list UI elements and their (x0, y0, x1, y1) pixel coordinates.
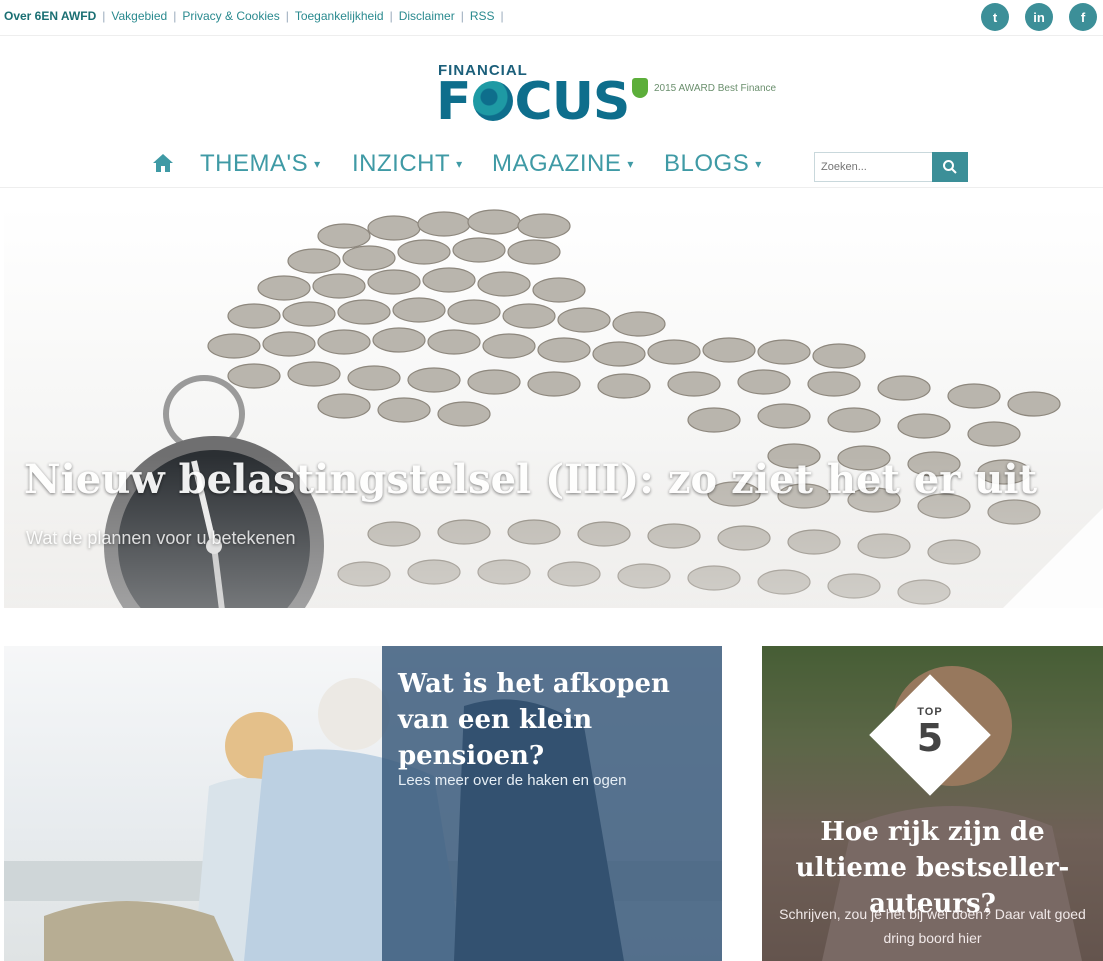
top-link-disclaimer[interactable]: Disclaimer (399, 9, 455, 23)
nav-item-label: THEMA'S (200, 150, 309, 177)
search-icon (943, 160, 957, 174)
nav-item-label: BLOGS (664, 150, 750, 177)
top-links: Over 6EN AWFD | Vakgebied | Privacy & Co… (4, 9, 504, 23)
top-link-separator: | (102, 9, 106, 23)
top-bar: Over 6EN AWFD | Vakgebied | Privacy & Co… (0, 0, 1103, 36)
top5-badge: TOP 5 (890, 706, 970, 758)
home-icon[interactable] (151, 152, 175, 174)
main-nav: THEMA'S ▾ INZICHT ▾ MAGAZINE ▾ BLOGS ▾ (0, 142, 1103, 188)
top-link-about[interactable]: Over 6EN AWFD (4, 9, 96, 23)
chevron-down-icon: ▾ (314, 157, 321, 171)
linkedin-icon[interactable]: in (1025, 3, 1053, 31)
twitter-icon[interactable]: t (981, 3, 1009, 31)
top-link-accessibility[interactable]: Toegankelijkheid (295, 9, 384, 23)
hero-corner-fold (1003, 508, 1103, 608)
article-card-subtitle: Schrijven, zou je het bij wel doen? Daar… (779, 906, 1086, 946)
hero-article[interactable]: Nieuw belastingstelsel (III): zo ziet he… (4, 206, 1103, 608)
search-button[interactable] (932, 152, 968, 182)
article-card-pension[interactable]: Wat is het afkopen van een klein pensioe… (4, 646, 722, 961)
top-link-separator: | (500, 9, 504, 23)
logo-big-text: F CUS (436, 76, 630, 128)
nav-item-label: MAGAZINE (492, 150, 622, 177)
article-card-bestsellers[interactable]: TOP 5 Hoe rijk zijn de ultieme bestselle… (762, 646, 1103, 961)
chevron-down-icon: ▾ (755, 157, 762, 171)
hero-subtitle: Wat de plannen voor u betekenen (26, 528, 296, 548)
chevron-down-icon: ▾ (456, 157, 463, 171)
search-input[interactable] (814, 152, 932, 182)
article-card-subtitle: Lees meer over de haken en ogen (398, 772, 627, 789)
search-form (814, 152, 968, 182)
top-link-separator: | (173, 9, 177, 23)
top-link-vakgebied[interactable]: Vakgebied (111, 9, 167, 23)
top-link-privacy[interactable]: Privacy & Cookies (182, 9, 279, 23)
hero-title[interactable]: Nieuw belastingstelsel (III): zo ziet he… (24, 456, 1037, 503)
top-link-separator: | (460, 9, 464, 23)
nav-item-label: INZICHT (352, 150, 451, 177)
logo-o-icon (472, 81, 513, 121)
nav-item-magazine[interactable]: MAGAZINE ▾ (492, 150, 634, 178)
nav-item-themas[interactable]: THEMA'S ▾ (200, 150, 321, 178)
nav-item-inzicht[interactable]: INZICHT ▾ (352, 150, 463, 178)
logo-letter-f: F (436, 72, 472, 132)
facebook-icon[interactable]: f (1069, 3, 1097, 31)
social-links: t in f (981, 3, 1097, 31)
top-link-separator: | (389, 9, 393, 23)
article-card-title[interactable]: Wat is het afkopen van een klein pensioe… (398, 666, 698, 774)
shield-icon (632, 78, 648, 98)
top-link-separator: | (285, 9, 289, 23)
award-badge: 2015 AWARD Best Finance (632, 78, 776, 98)
top5-badge-number: 5 (916, 716, 944, 760)
top-link-rss[interactable]: RSS (470, 9, 495, 23)
site-logo[interactable]: FINANCIAL F CUS 2015 AWARD Best Finance (436, 60, 796, 130)
chevron-down-icon: ▾ (627, 157, 634, 171)
nav-item-blogs[interactable]: BLOGS ▾ (664, 150, 762, 178)
award-badge-text: 2015 AWARD Best Finance (654, 82, 777, 94)
logo-letters-cus: CUS (514, 72, 631, 132)
